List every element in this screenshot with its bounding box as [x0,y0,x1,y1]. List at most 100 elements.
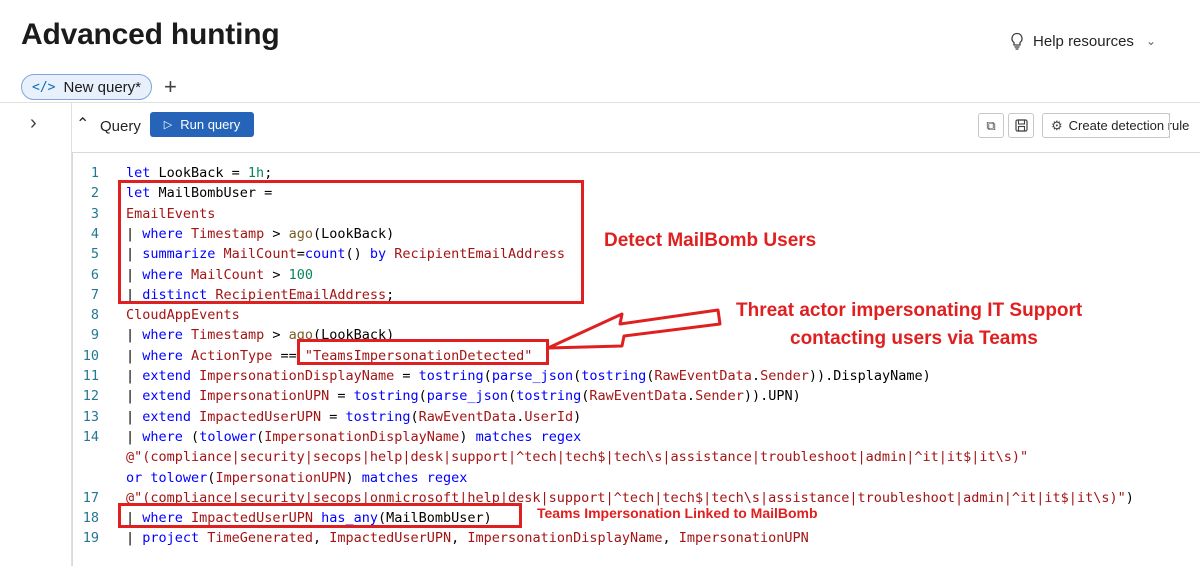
code-token: where [142,347,192,364]
code-token: )).DisplayName) [808,368,931,384]
code-token: RawEventData [654,368,752,384]
code-token: tolower [199,428,257,445]
code-line: 14 | where (tolower(ImpersonationDisplayN… [73,427,1200,447]
code-token: where [142,428,192,445]
code-token: extend [142,388,200,405]
code-token: let [126,165,159,181]
code-token: ; [264,165,273,181]
save-button[interactable] [1008,113,1034,138]
code-token: > [264,327,289,344]
code-token: ImpersonationUPN [199,388,330,405]
code-token: extend [142,408,200,425]
more-button[interactable] [1169,113,1175,138]
code-token: Sender [695,388,744,405]
code-token: | [126,347,143,364]
line-number: 2 [90,185,99,202]
line-number: 18 [82,510,99,527]
code-token: ImpersonationDisplayName [199,368,395,384]
line-number: 9 [90,327,99,344]
code-token: tostring [418,368,484,384]
code-token: extend [142,368,200,384]
code-line: or tolower(ImpersonationUPN) matches reg… [73,468,1200,488]
code-token: = [329,388,354,405]
code-token: LookBack = [158,165,248,181]
code-token: | [126,368,143,384]
code-text: | extend ImpersonationDisplayName = tost… [126,366,931,386]
code-token: )).UPN) [743,388,801,405]
line-number: 5 [90,246,99,263]
copy-icon: ⧉ [986,117,996,133]
code-token: tolower [150,469,208,486]
code-text: | where (tolower(ImpersonationDisplayNam… [126,427,581,447]
arrow-annotation [546,308,722,350]
add-tab-icon[interactable]: + [164,76,177,98]
code-text: | extend ImpersonationUPN = tostring(par… [126,386,801,406]
run-query-button[interactable]: ▷ Run query [150,112,254,137]
linked-annotation: Teams Impersonation Linked to MailBomb [537,505,818,521]
line-number: 10 [82,347,99,364]
code-token: ( [410,408,419,425]
code-token: where [142,327,192,344]
code-token: = [394,368,419,384]
help-resources-label: Help resources [1033,32,1134,50]
code-token: ) [573,408,582,425]
code-token: CloudAppEvents [126,307,240,324]
chevron-right-icon[interactable]: › [30,112,37,135]
page-title: Advanced hunting [21,18,280,51]
code-token: matches regex [361,469,468,486]
code-icon: </> [32,79,56,95]
code-token: project [142,530,208,547]
code-token: | [126,388,143,405]
code-token: 1h [247,165,265,181]
code-token: ActionType [191,347,273,364]
line-number: 17 [82,489,99,506]
code-token: | [126,408,143,425]
line-number: 14 [82,428,99,445]
code-line: 19 | project TimeGenerated, ImpactedUserU… [73,528,1200,548]
code-text: | extend ImpactedUserUPN = tostring(RawE… [126,407,581,427]
line-number: 11 [82,368,99,384]
code-line: 11 | extend ImpersonationDisplayName = to… [73,366,1200,386]
create-detection-rule-button[interactable]: ⚙ Create detection rule [1042,113,1189,138]
code-token: ) [345,469,362,486]
code-token: or [126,469,151,486]
code-token: ImpactedUserUPN [329,530,452,547]
line-number: 8 [90,307,99,324]
code-token: RawEventData [418,408,517,425]
code-token: tostring [581,368,647,384]
save-icon [1014,119,1028,132]
code-token: parse_json [426,388,509,405]
code-token: ImpersonationDisplayName [264,428,460,445]
code-token: parse_json [491,368,574,384]
query-label: Query [100,118,141,135]
code-token: ( [508,388,517,405]
code-token: , [312,530,330,547]
code-token: UserId [524,408,574,425]
code-text: | project TimeGenerated, ImpactedUserUPN… [126,528,809,548]
code-token: ( [256,428,265,445]
line-number: 6 [90,266,99,283]
mailbomb-highlight-box [118,180,584,304]
linked-highlight-box [118,503,522,528]
tab-new-query[interactable]: </> New query* [21,74,153,100]
code-token: ( [573,368,582,384]
line-number: 4 [90,225,99,242]
code-token: | [126,327,143,344]
detection-rule-icon: ⚙ [1051,117,1063,133]
query-toolbar: ⌃ Query ▷ Run query ⧉ ⚙ Create detection… [72,102,1200,144]
code-line: 12 | extend ImpersonationUPN = tostring(p… [73,386,1200,406]
code-token: ImpactedUserUPN [199,408,322,425]
threat-annotation-line1: Threat actor impersonating IT Support [736,300,1083,321]
code-token: tostring [345,408,411,425]
help-resources-button[interactable]: Help resources ⌄ [1009,32,1156,50]
play-icon: ▷ [163,119,173,131]
code-token: RawEventData [589,388,687,405]
code-token: ) [459,428,476,445]
copy-button[interactable]: ⧉ [978,113,1004,138]
code-text: @"(compliance|security|secops|help|desk|… [126,447,1028,467]
line-number: 13 [82,408,99,425]
line-number: 1 [90,165,99,181]
chevron-down-icon: ⌄ [1145,34,1156,48]
code-token: TimeGenerated [207,530,313,547]
chevron-up-icon[interactable]: ⌃ [76,114,89,134]
